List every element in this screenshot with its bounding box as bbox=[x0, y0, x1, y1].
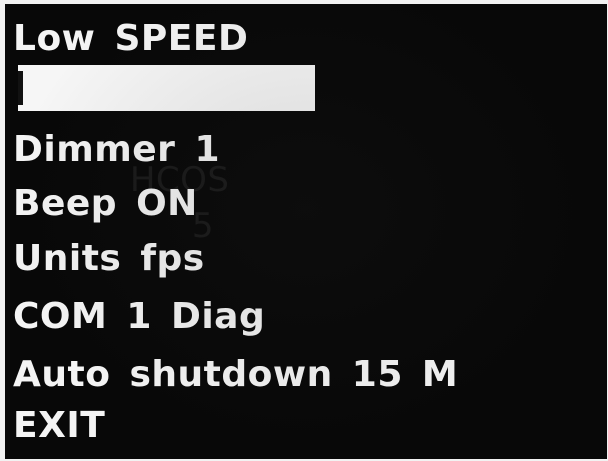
menu-item-hcos-selected[interactable]: HCOS 5 bbox=[18, 65, 315, 246]
settings-menu: Low SPEED HCOS 5 Dimmer 1 Beep ON Units … bbox=[5, 4, 607, 459]
menu-item-units[interactable]: Units fps bbox=[13, 236, 205, 282]
menu-item-low-speed[interactable]: Low SPEED bbox=[13, 16, 248, 62]
menu-item-auto-shutdown[interactable]: Auto shutdown 15 M bbox=[13, 352, 458, 398]
menu-item-com[interactable]: COM 1 Diag bbox=[13, 294, 265, 340]
menu-item-dimmer[interactable]: Dimmer 1 bbox=[13, 127, 220, 173]
device-screen: Low SPEED HCOS 5 Dimmer 1 Beep ON Units … bbox=[5, 4, 607, 459]
text-cursor bbox=[18, 71, 23, 105]
menu-item-exit[interactable]: EXIT bbox=[13, 403, 105, 449]
menu-item-beep[interactable]: Beep ON bbox=[13, 181, 198, 227]
